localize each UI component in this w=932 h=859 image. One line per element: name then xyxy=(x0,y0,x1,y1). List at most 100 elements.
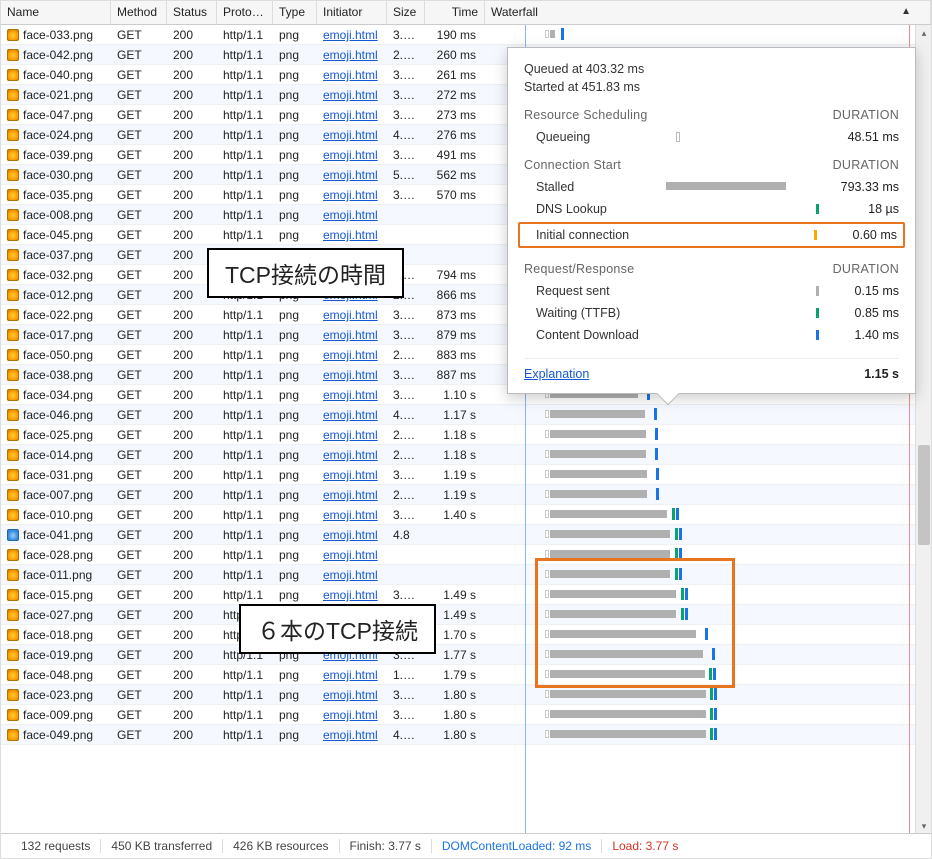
cell-initiator[interactable]: emoji.html xyxy=(317,525,387,544)
cell-waterfall[interactable] xyxy=(485,645,931,664)
cell-initiator[interactable]: emoji.html xyxy=(317,65,387,84)
cell-initiator[interactable]: emoji.html xyxy=(317,665,387,684)
cell-time: 1.80 s xyxy=(425,725,485,744)
cell-initiator[interactable]: emoji.html xyxy=(317,305,387,324)
cell-time: 879 ms xyxy=(425,325,485,344)
cell-initiator[interactable]: emoji.html xyxy=(317,565,387,584)
cell-waterfall[interactable] xyxy=(485,445,931,464)
file-icon xyxy=(7,309,19,321)
table-row[interactable]: face-011.pngGET200http/1.1pngemoji.html xyxy=(1,565,931,585)
header-protocol[interactable]: Protocol xyxy=(217,1,273,24)
file-name: face-018.png xyxy=(23,625,93,644)
cell-initiator[interactable]: emoji.html xyxy=(317,105,387,124)
table-row[interactable]: face-019.pngGET200http/1.1pngemoji.html3… xyxy=(1,645,931,665)
cell-initiator[interactable]: emoji.html xyxy=(317,545,387,564)
cell-waterfall[interactable] xyxy=(485,565,931,584)
file-icon xyxy=(7,589,19,601)
cell-waterfall[interactable] xyxy=(485,405,931,424)
scroll-down-icon[interactable]: ▾ xyxy=(916,818,932,834)
header-size[interactable]: Size xyxy=(387,1,425,24)
cell-waterfall[interactable] xyxy=(485,25,931,44)
table-row[interactable]: face-025.pngGET200http/1.1pngemoji.html2… xyxy=(1,425,931,445)
cell-waterfall[interactable] xyxy=(485,485,931,504)
file-icon xyxy=(7,49,19,61)
cell-status: 200 xyxy=(167,165,217,184)
cell-waterfall[interactable] xyxy=(485,585,931,604)
table-row[interactable]: face-046.pngGET200http/1.1pngemoji.html4… xyxy=(1,405,931,425)
cell-initiator[interactable]: emoji.html xyxy=(317,365,387,384)
cell-waterfall[interactable] xyxy=(485,545,931,564)
scroll-up-icon[interactable]: ▴ xyxy=(916,25,932,41)
cell-type: png xyxy=(273,25,317,44)
file-icon xyxy=(7,289,19,301)
scroll-thumb[interactable] xyxy=(918,445,930,545)
cell-waterfall[interactable] xyxy=(485,685,931,704)
table-row[interactable]: face-031.pngGET200http/1.1pngemoji.html3… xyxy=(1,465,931,485)
cell-waterfall[interactable] xyxy=(485,425,931,444)
cell-initiator[interactable]: emoji.html xyxy=(317,485,387,504)
cell-waterfall[interactable] xyxy=(485,705,931,724)
cell-initiator[interactable]: emoji.html xyxy=(317,45,387,64)
cell-waterfall[interactable] xyxy=(485,465,931,484)
cell-initiator[interactable]: emoji.html xyxy=(317,505,387,524)
table-row[interactable]: face-014.pngGET200http/1.1pngemoji.html2… xyxy=(1,445,931,465)
cell-status: 200 xyxy=(167,505,217,524)
cell-method: GET xyxy=(111,105,167,124)
header-time[interactable]: Time xyxy=(425,1,485,24)
cell-waterfall[interactable] xyxy=(485,665,931,684)
cell-initiator[interactable]: emoji.html xyxy=(317,465,387,484)
header-name[interactable]: Name xyxy=(1,1,111,24)
header-status[interactable]: Status xyxy=(167,1,217,24)
file-name: face-012.png xyxy=(23,285,93,304)
table-row[interactable]: face-010.pngGET200http/1.1pngemoji.html3… xyxy=(1,505,931,525)
cell-initiator[interactable]: emoji.html xyxy=(317,145,387,164)
cell-waterfall[interactable] xyxy=(485,625,931,644)
cell-initiator[interactable]: emoji.html xyxy=(317,725,387,744)
status-requests: 132 requests xyxy=(11,839,101,853)
cell-initiator[interactable]: emoji.html xyxy=(317,165,387,184)
cell-initiator[interactable]: emoji.html xyxy=(317,345,387,364)
cell-initiator[interactable]: emoji.html xyxy=(317,85,387,104)
cell-initiator[interactable]: emoji.html xyxy=(317,25,387,44)
table-row[interactable]: face-018.pngGET200http/1.1pngemoji.html2… xyxy=(1,625,931,645)
table-row[interactable]: face-048.pngGET200http/1.1pngemoji.html1… xyxy=(1,665,931,685)
cell-initiator[interactable]: emoji.html xyxy=(317,405,387,424)
table-row[interactable]: face-028.pngGET200http/1.1pngemoji.html xyxy=(1,545,931,565)
cell-initiator[interactable]: emoji.html xyxy=(317,705,387,724)
file-name: face-042.png xyxy=(23,45,93,64)
cell-initiator[interactable]: emoji.html xyxy=(317,325,387,344)
cell-initiator[interactable]: emoji.html xyxy=(317,185,387,204)
header-waterfall[interactable]: Waterfall xyxy=(485,1,931,24)
table-row[interactable]: face-007.pngGET200http/1.1pngemoji.html2… xyxy=(1,485,931,505)
cell-waterfall[interactable] xyxy=(485,505,931,524)
cell-status: 200 xyxy=(167,85,217,104)
cell-initiator[interactable]: emoji.html xyxy=(317,425,387,444)
table-row[interactable]: face-049.pngGET200http/1.1pngemoji.html4… xyxy=(1,725,931,745)
cell-initiator[interactable]: emoji.html xyxy=(317,225,387,244)
vertical-scrollbar[interactable]: ▴ ▾ xyxy=(915,25,931,834)
cell-method: GET xyxy=(111,365,167,384)
cell-protocol: http/1.1 xyxy=(217,585,273,604)
cell-initiator[interactable]: emoji.html xyxy=(317,445,387,464)
cell-waterfall[interactable] xyxy=(485,605,931,624)
cell-waterfall[interactable] xyxy=(485,725,931,744)
cell-waterfall[interactable] xyxy=(485,525,931,544)
table-row[interactable]: face-023.pngGET200http/1.1pngemoji.html3… xyxy=(1,685,931,705)
cell-initiator[interactable]: emoji.html xyxy=(317,125,387,144)
cell-initiator[interactable]: emoji.html xyxy=(317,385,387,404)
cell-method: GET xyxy=(111,145,167,164)
cell-time: 562 ms xyxy=(425,165,485,184)
cell-initiator[interactable]: emoji.html xyxy=(317,205,387,224)
header-method[interactable]: Method xyxy=(111,1,167,24)
table-row[interactable]: face-009.pngGET200http/1.1pngemoji.html3… xyxy=(1,705,931,725)
table-row[interactable]: face-041.pngGET200http/1.1pngemoji.html4… xyxy=(1,525,931,545)
explanation-link[interactable]: Explanation xyxy=(524,367,589,381)
table-row[interactable]: face-027.pngGET200http/1.1pngemoji.html4… xyxy=(1,605,931,625)
header-type[interactable]: Type xyxy=(273,1,317,24)
cell-initiator[interactable]: emoji.html xyxy=(317,685,387,704)
table-row[interactable]: face-033.pngGET200http/1.1pngemoji.html3… xyxy=(1,25,931,45)
header-initiator[interactable]: Initiator xyxy=(317,1,387,24)
cell-initiator[interactable]: emoji.html xyxy=(317,585,387,604)
cell-status: 200 xyxy=(167,325,217,344)
table-row[interactable]: face-015.pngGET200http/1.1pngemoji.html3… xyxy=(1,585,931,605)
